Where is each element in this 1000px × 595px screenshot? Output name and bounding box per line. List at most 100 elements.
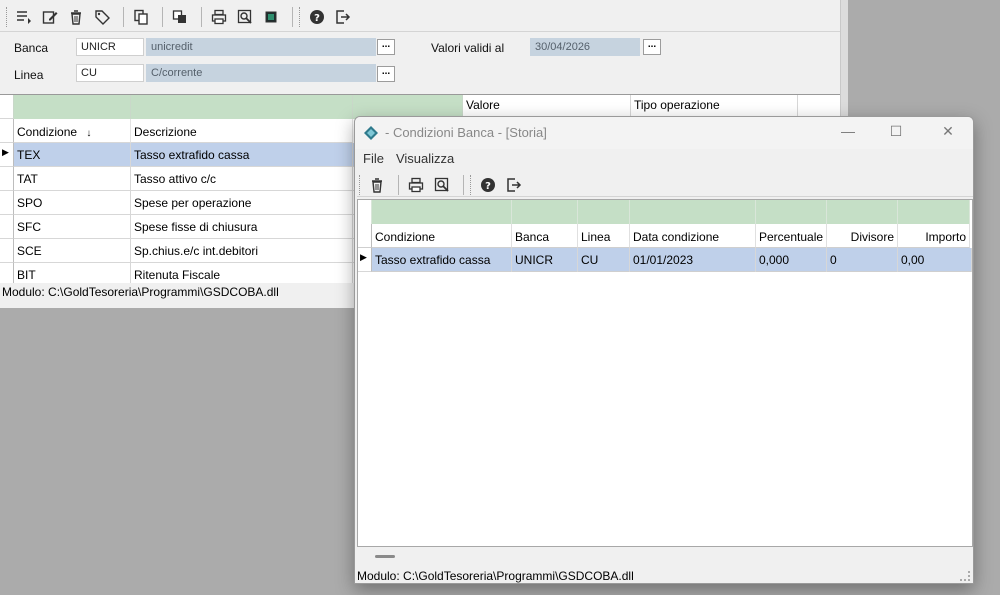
column-header-data-condizione[interactable]: Data condizione — [630, 224, 756, 248]
row-indicator — [0, 263, 14, 284]
row-indicator — [0, 191, 14, 215]
column-header-linea[interactable]: Linea — [578, 224, 630, 248]
column-header-percentuale[interactable]: Percentuale — [756, 224, 827, 248]
row-indicator — [0, 215, 14, 239]
cell-divisore: 0 — [827, 248, 898, 272]
valori-date-field[interactable]: 30/04/2026 — [530, 38, 640, 56]
main-toolbar: ? — [0, 2, 840, 32]
linea-name-field: C/corrente — [146, 64, 376, 82]
grid-group-header — [372, 200, 512, 224]
table-row[interactable]: SPO Spese per operazione — [14, 191, 354, 215]
toolbar-separator — [162, 6, 163, 27]
cell-percentuale: 0,000 — [756, 248, 827, 272]
cell-condizione: TAT — [14, 167, 131, 191]
table-row[interactable]: BIT Ritenuta Fiscale — [14, 263, 354, 284]
menu-file[interactable]: File — [363, 151, 384, 171]
linea-label: Linea — [14, 68, 44, 82]
banca-label: Banca — [14, 41, 49, 55]
toolbar-separator — [463, 174, 464, 195]
cell-descrizione: Tasso attivo c/c — [131, 167, 353, 191]
delete-icon[interactable] — [366, 174, 388, 196]
cell-data-condizione: 01/01/2023 — [630, 248, 756, 272]
row-indicator — [0, 239, 14, 263]
banca-name-field: unicredit — [146, 38, 376, 56]
toolbar-grip — [299, 6, 302, 27]
cell-condizione: BIT — [14, 263, 131, 284]
grid-group-header — [630, 200, 756, 224]
new-record-icon[interactable] — [13, 6, 35, 28]
table-row[interactable]: TAT Tasso attivo c/c — [14, 167, 354, 191]
toolbar-separator — [292, 6, 293, 27]
copy-icon[interactable] — [130, 6, 152, 28]
column-header-divisore[interactable]: Divisore — [827, 224, 898, 248]
svg-text:?: ? — [314, 13, 320, 24]
grid-group-header — [898, 200, 970, 224]
toolbar-separator — [398, 174, 399, 195]
grid-group-header — [14, 95, 131, 119]
banca-code-field[interactable]: UNICR — [76, 38, 144, 56]
column-header-importo[interactable]: Importo — [898, 224, 970, 248]
column-header-descrizione[interactable]: Descrizione — [131, 119, 353, 143]
edit-icon[interactable] — [39, 6, 61, 28]
history-grid[interactable]: Condizione Banca Linea Data condizione P… — [357, 199, 973, 547]
column-header-condizione[interactable]: Condizione — [372, 224, 512, 248]
condizioni-banca-storia-window: - Condizioni Banca - [Storia] — ☐ ✕ File… — [354, 116, 974, 584]
cell-condizione: SCE — [14, 239, 131, 263]
dialog-title: - Condizioni Banca - [Storia] — [385, 125, 547, 140]
cell-descrizione: Tasso extrafido cassa — [131, 143, 353, 167]
cell-condizione: SFC — [14, 215, 131, 239]
dialog-title-bar[interactable]: - Condizioni Banca - [Storia] — ☐ ✕ — [355, 117, 973, 149]
exit-icon[interactable] — [332, 6, 354, 28]
print-icon[interactable] — [208, 6, 230, 28]
tag-icon[interactable] — [91, 6, 113, 28]
banca-browse-button[interactable]: ... — [377, 39, 395, 55]
book-icon[interactable] — [260, 6, 282, 28]
date-browse-button[interactable]: ... — [643, 39, 661, 55]
print-icon[interactable] — [405, 174, 427, 196]
help-icon[interactable]: ? — [477, 174, 499, 196]
menu-visualizza[interactable]: Visualizza — [396, 151, 454, 171]
cell-banca: UNICR — [512, 248, 578, 272]
duplicate-icon[interactable] — [169, 6, 191, 28]
grid-group-header — [756, 200, 827, 224]
cell-condizione: SPO — [14, 191, 131, 215]
sort-down-icon: ↓ — [86, 128, 92, 139]
current-row-indicator-icon: ▶ — [0, 143, 14, 167]
maximize-button[interactable]: ☐ — [881, 123, 911, 143]
table-row[interactable]: TEX Tasso extrafido cassa — [14, 143, 354, 167]
column-header-condizione[interactable]: Condizione ↓ — [14, 119, 131, 143]
resize-grip-icon[interactable] — [960, 571, 970, 581]
cell-condizione: TEX — [14, 143, 131, 167]
close-button[interactable]: ✕ — [933, 123, 963, 143]
minimize-button[interactable]: — — [833, 123, 863, 143]
grid-corner — [358, 200, 372, 224]
linea-browse-button[interactable]: ... — [377, 66, 395, 82]
linea-code-field[interactable]: CU — [76, 64, 144, 82]
cell-descrizione: Ritenuta Fiscale — [131, 263, 353, 284]
table-row[interactable]: Tasso extrafido cassa UNICR CU 01/01/202… — [372, 248, 972, 272]
scrollbar-thumb[interactable] — [375, 555, 395, 558]
help-icon[interactable]: ? — [306, 6, 328, 28]
current-row-indicator-icon: ▶ — [358, 248, 372, 272]
grid-group-header — [131, 95, 353, 119]
toolbar-grip — [470, 174, 473, 195]
grid-header-corner — [358, 224, 372, 248]
toolbar-grip — [6, 6, 9, 27]
print-preview-icon[interactable] — [431, 174, 453, 196]
grid-corner — [0, 95, 14, 119]
valori-label: Valori validi al — [431, 41, 505, 55]
cell-descrizione: Spese per operazione — [131, 191, 353, 215]
table-row[interactable]: SFC Spese fisse di chiusura — [14, 215, 354, 239]
delete-icon[interactable] — [65, 6, 87, 28]
print-preview-icon[interactable] — [234, 6, 256, 28]
dialog-status-bar: Modulo: C:\GoldTesoreria\Programmi\GSDCO… — [355, 567, 973, 583]
exit-icon[interactable] — [503, 174, 525, 196]
cell-importo: 0,00 — [898, 248, 972, 272]
cell-descrizione: Spese fisse di chiusura — [131, 215, 353, 239]
table-row[interactable]: SCE Sp.chius.e/c int.debitori — [14, 239, 354, 263]
column-header-banca[interactable]: Banca — [512, 224, 578, 248]
svg-text:?: ? — [485, 181, 491, 192]
dialog-toolbar: ? — [357, 173, 973, 197]
grid-header-corner — [0, 119, 14, 143]
horizontal-scrollbar[interactable] — [357, 547, 973, 565]
